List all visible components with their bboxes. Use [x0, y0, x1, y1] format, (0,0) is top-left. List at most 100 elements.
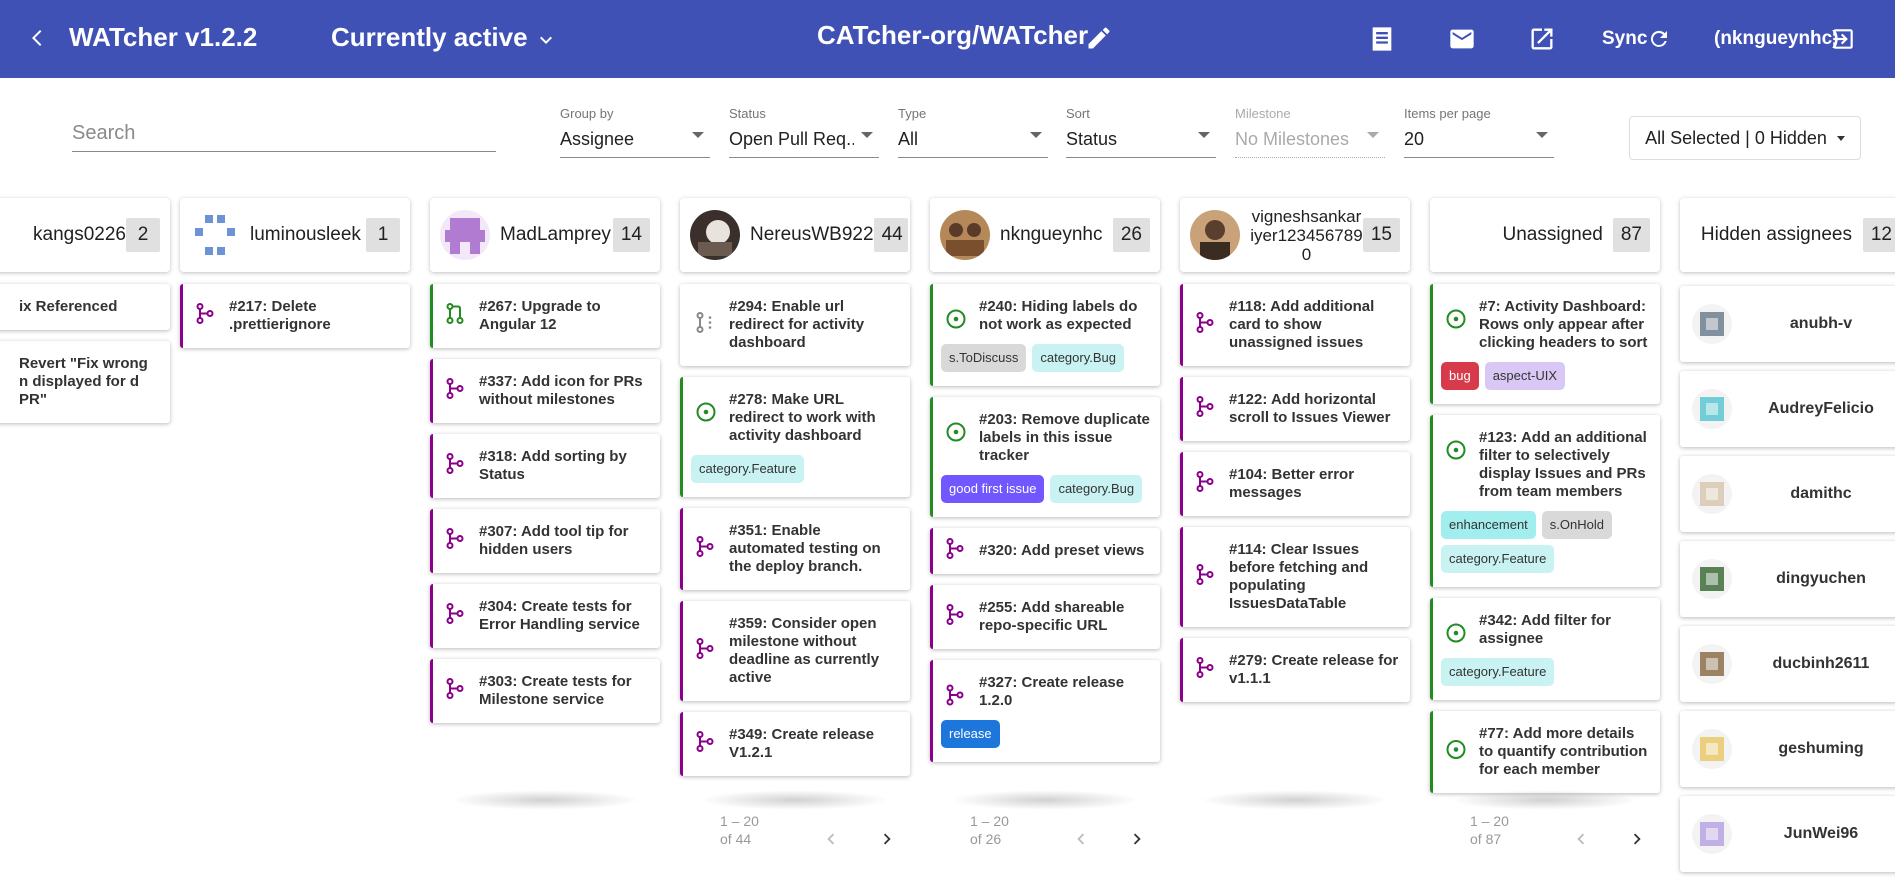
- card-title: #122: Add horizontal scroll to Issues Vi…: [1229, 391, 1391, 426]
- column-header: vigneshsankariyer1234567890 15: [1180, 198, 1410, 272]
- issue-card[interactable]: #320: Add preset views: [930, 528, 1160, 574]
- issue-card[interactable]: #267: Upgrade to Angular 12: [430, 284, 660, 348]
- back-icon[interactable]: [26, 26, 50, 50]
- previous-page-icon[interactable]: [1570, 828, 1592, 854]
- column-header: luminousleek 1: [180, 198, 410, 272]
- refresh-icon[interactable]: [1647, 27, 1671, 51]
- issue-card[interactable]: Revert "Fix wrong n displayed for d PR": [0, 341, 170, 423]
- hidden-assignees-header: Hidden assignees 12: [1680, 198, 1895, 272]
- issue-card[interactable]: #77: Add more details to quantify contri…: [1430, 711, 1660, 793]
- labels-filter-button[interactable]: All Selected | 0 Hidden: [1629, 116, 1861, 160]
- sort-select[interactable]: Sort Status: [1066, 106, 1216, 158]
- group-by-select[interactable]: Group by Assignee: [560, 106, 710, 158]
- issue-card[interactable]: #303: Create tests for Milestone service: [430, 659, 660, 723]
- next-page-icon[interactable]: [1126, 828, 1148, 854]
- issue-card[interactable]: #337: Add icon for PRs without milestone…: [430, 359, 660, 423]
- issue-card[interactable]: #349: Create release V1.2.1: [680, 712, 910, 776]
- hidden-assignee-item[interactable]: JunWei96: [1680, 796, 1895, 872]
- issue-card[interactable]: #114: Clear Issues before fetching and p…: [1180, 527, 1410, 627]
- issue-card[interactable]: #203: Remove duplicate labels in this is…: [930, 397, 1160, 517]
- issue-card[interactable]: #122: Add horizontal scroll to Issues Vi…: [1180, 377, 1410, 441]
- issue-card[interactable]: #255: Add shareable repo-specific URL: [930, 585, 1160, 649]
- hidden-assignee-name: AudreyFelicio: [1768, 400, 1874, 417]
- hidden-count: 12: [1862, 218, 1895, 252]
- search-input[interactable]: Search: [72, 120, 496, 152]
- hidden-assignee-item[interactable]: geshuming: [1680, 711, 1895, 787]
- next-page-icon[interactable]: [1626, 828, 1648, 854]
- mail-icon[interactable]: [1448, 25, 1476, 53]
- type-select[interactable]: Type All: [898, 106, 1048, 158]
- issue-card[interactable]: #240: Hiding labels do not work as expec…: [930, 284, 1160, 386]
- receipt-icon[interactable]: [1368, 25, 1396, 53]
- issue-card[interactable]: #359: Consider open milestone without de…: [680, 601, 910, 701]
- column-name: nkngueynhc: [1000, 224, 1103, 245]
- type-value: All: [898, 129, 919, 149]
- hidden-assignee-item[interactable]: ducbinh2611: [1680, 626, 1895, 702]
- avatar: [690, 210, 740, 260]
- column-count: 44: [873, 218, 908, 252]
- next-page-icon[interactable]: [876, 828, 898, 854]
- app-title: WATcher v1.2.2: [69, 22, 258, 52]
- assignee-column: kangs0226 2 ix Referenced Revert "Fix wrong…: [0, 198, 170, 434]
- issue-card[interactable]: #307: Add tool tip for hidden users: [430, 509, 660, 573]
- previous-page-icon[interactable]: [820, 828, 842, 854]
- card-title: #304: Create tests for Error Handling se…: [479, 598, 640, 633]
- issue-card[interactable]: #217: Delete .prettierignore: [180, 284, 410, 348]
- issue-card[interactable]: #294: Enable url redirect for activity d…: [680, 284, 910, 366]
- pull-request-icon: [1195, 657, 1215, 684]
- hidden-assignee-item[interactable]: AudreyFelicio: [1680, 371, 1895, 447]
- issue-card[interactable]: #351: Enable automated testing on the de…: [680, 508, 910, 590]
- issue-card[interactable]: #304: Create tests for Error Handling se…: [430, 584, 660, 648]
- issue-card[interactable]: ix Referenced: [0, 284, 170, 330]
- issue-open-icon: [1445, 439, 1467, 466]
- previous-page-icon[interactable]: [1070, 828, 1092, 854]
- issue-card[interactable]: #123: Add an additional filter to select…: [1430, 415, 1660, 587]
- group-by-value: Assignee: [560, 129, 635, 149]
- avatar: [1692, 304, 1732, 344]
- issue-card[interactable]: #318: Add sorting by Status: [430, 434, 660, 498]
- logout-icon[interactable]: [1830, 26, 1856, 52]
- hidden-assignee-item[interactable]: anubh-v: [1680, 286, 1895, 362]
- pull-request-icon: [1195, 396, 1215, 423]
- column-name: vigneshsankariyer1234567890: [1250, 206, 1363, 264]
- issue-card[interactable]: #278: Make URL redirect to work with act…: [680, 377, 910, 497]
- pull-request-icon: [945, 538, 965, 565]
- avatar: [1692, 644, 1732, 684]
- edit-icon[interactable]: [1085, 24, 1113, 52]
- issue-card[interactable]: #327: Create release 1.2.0 release: [930, 660, 1160, 762]
- open-in-new-icon[interactable]: [1528, 25, 1556, 53]
- paginator-range: 1 – 20 of 44: [720, 813, 759, 847]
- pr-merged-icon: [445, 303, 465, 330]
- milestone-select[interactable]: Milestone No Milestones: [1235, 106, 1385, 158]
- chevron-down-icon[interactable]: [534, 28, 558, 52]
- column-count: 87: [1612, 218, 1650, 252]
- pull-request-icon: [945, 604, 965, 631]
- type-label: Type: [898, 106, 927, 121]
- issue-card[interactable]: #118: Add additional card to show unassi…: [1180, 284, 1410, 366]
- view-select[interactable]: Currently active: [331, 22, 528, 53]
- column-name: NereusWB922: [750, 224, 874, 245]
- card-title: #118: Add additional card to show unassi…: [1229, 298, 1375, 351]
- sync-button[interactable]: Sync: [1602, 28, 1647, 50]
- label-list: category.Feature: [1441, 658, 1650, 686]
- dropdown-arrow-icon: [1030, 132, 1042, 138]
- issue-card[interactable]: #279: Create release for v1.1.1: [1180, 638, 1410, 702]
- avatar: [1692, 474, 1732, 514]
- items-per-page-select[interactable]: Items per page 20: [1404, 106, 1554, 158]
- card-title: #104: Better error messages: [1229, 466, 1355, 501]
- card-title: #320: Add preset views: [979, 542, 1145, 559]
- pull-request-icon: [445, 528, 465, 555]
- hidden-assignee-item[interactable]: dingyuchen: [1680, 541, 1895, 617]
- card-title: #267: Upgrade to Angular 12: [479, 298, 601, 333]
- hidden-assignee-item[interactable]: damithc: [1680, 456, 1895, 532]
- issue-card[interactable]: #342: Add filter for assignee category.Fe…: [1430, 598, 1660, 700]
- items-per-page-label: Items per page: [1404, 106, 1491, 121]
- issue-card[interactable]: #7: Activity Dashboard: Rows only appear…: [1430, 284, 1660, 404]
- status-select[interactable]: Status Open Pull Req...: [729, 106, 879, 158]
- assignee-column: NereusWB922 44 #294: Enable url redirect f…: [680, 198, 910, 787]
- pull-request-icon: [445, 678, 465, 705]
- column-name: luminousleek: [250, 224, 361, 245]
- issue-card[interactable]: #104: Better error messages: [1180, 452, 1410, 516]
- card-title: #7: Activity Dashboard: Rows only appear…: [1479, 298, 1648, 351]
- card-title: #318: Add sorting by Status: [479, 448, 627, 483]
